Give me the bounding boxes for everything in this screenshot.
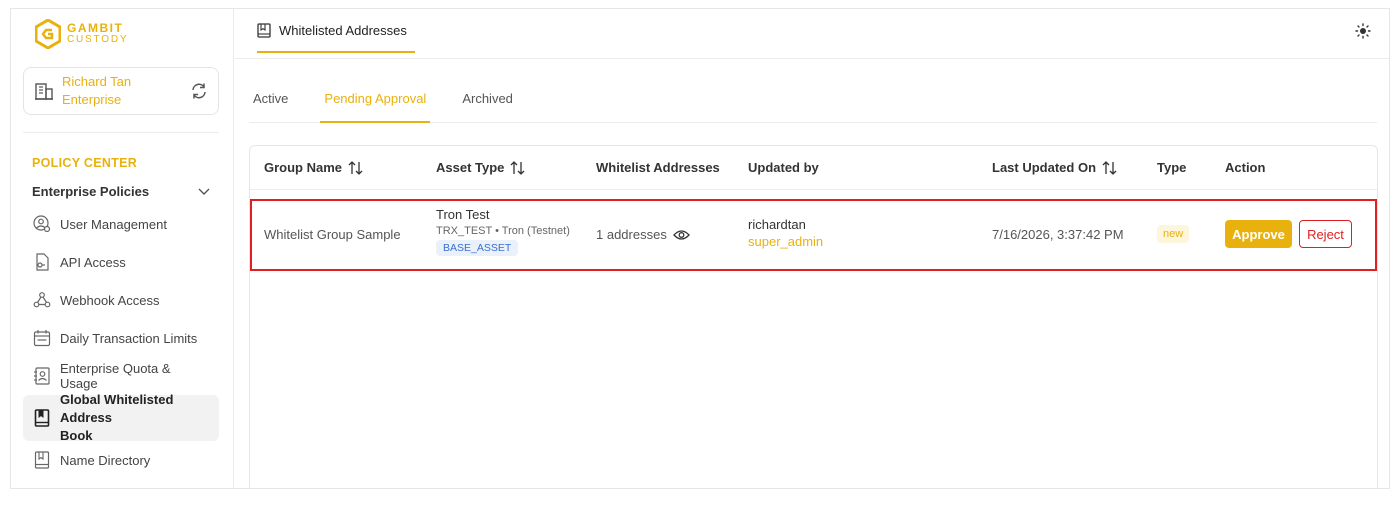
reject-button[interactable]: Reject: [1299, 220, 1352, 248]
sidebar-item-global-whitelisted-address-book[interactable]: Global Whitelisted Address Book: [23, 392, 219, 443]
enterprise-name-line1: Richard Tan: [62, 74, 132, 89]
column-header-type: Type: [1157, 160, 1186, 175]
top-bar: Whitelisted Addresses: [235, 9, 1389, 59]
enterprise-name-line2: Enterprise: [62, 92, 122, 107]
enterprise-switcher[interactable]: Richard Tan Enterprise: [23, 67, 219, 115]
user-gear-icon: [33, 215, 51, 233]
sidebar-item-label-line2: Book: [60, 428, 93, 443]
sidebar-item-webhook-access[interactable]: Webhook Access: [23, 281, 219, 319]
address-count: 1 addresses: [596, 227, 667, 242]
column-header-action: Action: [1225, 160, 1265, 175]
sidebar: GAMBIT CUSTODY Richard Tan Enterprise PO…: [11, 9, 234, 488]
sidebar-menu: User Management API Access Webhook Acces…: [23, 205, 219, 479]
file-key-icon: [36, 253, 49, 271]
book-icon: [34, 451, 50, 469]
sidebar-item-name-directory[interactable]: Name Directory: [23, 441, 219, 479]
sidebar-item-label: User Management: [60, 216, 167, 232]
chevron-down-icon: [198, 188, 210, 195]
column-header-asset-type[interactable]: Asset Type: [436, 160, 526, 175]
app-frame: GAMBIT CUSTODY Richard Tan Enterprise PO…: [10, 8, 1390, 489]
brand-sub: CUSTODY: [67, 34, 129, 45]
header-label: Action: [1225, 160, 1266, 175]
sun-icon: [1355, 23, 1371, 39]
sidebar-item-label: Webhook Access: [60, 292, 160, 308]
header-label: Group Name: [264, 160, 343, 175]
sidebar-item-api-access[interactable]: API Access: [23, 243, 219, 281]
sidebar-item-daily-transaction-limits[interactable]: Daily Transaction Limits: [23, 319, 219, 357]
tab-active[interactable]: Active: [249, 87, 292, 123]
type-cell: new: [1157, 225, 1190, 243]
base-asset-badge: BASE_ASSET: [436, 240, 519, 256]
type-badge: new: [1157, 225, 1190, 243]
sidebar-item-user-management[interactable]: User Management: [23, 205, 219, 243]
gambit-logo-icon: [35, 19, 61, 49]
theme-toggle-button[interactable]: [1355, 23, 1371, 44]
whitelist-table: Group Name Asset Type Whitelist Addresse…: [249, 145, 1378, 488]
group-name-cell: Whitelist Group Sample: [264, 227, 401, 242]
enterprise-policies-group[interactable]: Enterprise Policies: [32, 184, 210, 199]
policy-center-title: POLICY CENTER: [32, 156, 138, 170]
last-updated-cell: 7/16/2026, 3:37:42 PM: [992, 227, 1124, 242]
page-tab-whitelisted-addresses[interactable]: Whitelisted Addresses: [257, 9, 415, 53]
brand-name: GAMBIT: [67, 21, 124, 35]
updated-by-name: richardtan: [748, 217, 806, 232]
sort-icon: [348, 160, 363, 175]
address-book-icon: [34, 409, 50, 427]
sort-icon: [510, 160, 525, 175]
header-label: Asset Type: [436, 160, 505, 175]
sidebar-item-label: API Access: [60, 254, 126, 270]
sidebar-item-label-line1: Global Whitelisted Address: [60, 392, 174, 425]
brand-logo[interactable]: GAMBIT CUSTODY: [35, 19, 128, 49]
address-book-icon: [257, 22, 271, 38]
column-header-last-updated-on[interactable]: Last Updated On: [992, 160, 1118, 175]
tab-archived[interactable]: Archived: [458, 87, 517, 123]
approve-button[interactable]: Approve: [1225, 220, 1292, 248]
main-content: Whitelisted Addresses Active Pending App…: [235, 9, 1389, 488]
table-row: Whitelist Group Sample Tron Test TRX_TES…: [250, 199, 1377, 271]
page-tab-label: Whitelisted Addresses: [279, 22, 407, 38]
building-icon: [35, 83, 53, 100]
header-label: Updated by: [748, 160, 819, 175]
sidebar-item-label: Daily Transaction Limits: [60, 330, 198, 346]
sidebar-item-label: Enterprise Quota & Usage: [60, 361, 171, 391]
table-header: Group Name Asset Type Whitelist Addresse…: [250, 146, 1377, 190]
refresh-icon[interactable]: [190, 82, 208, 100]
tab-pending-approval[interactable]: Pending Approval: [320, 87, 431, 123]
eye-icon[interactable]: [672, 229, 690, 241]
updated-by-role: super_admin: [748, 234, 824, 249]
header-label: Last Updated On: [992, 160, 1097, 175]
asset-type-cell: Tron Test TRX_TEST • Tron (Testnet) BASE…: [436, 207, 570, 256]
sidebar-item-label: Name Directory: [60, 452, 151, 468]
header-label: Whitelist Addresses: [596, 160, 720, 175]
sort-icon: [1102, 160, 1117, 175]
enterprise-policies-label: Enterprise Policies: [32, 184, 150, 199]
asset-network: TRX_TEST • Tron (Testnet): [436, 225, 570, 237]
contact-book-icon: [34, 367, 50, 385]
column-header-group-name[interactable]: Group Name: [264, 160, 364, 175]
calendar-icon: [33, 330, 51, 347]
webhook-icon: [33, 292, 51, 308]
header-label: Type: [1157, 160, 1187, 175]
sidebar-divider: [23, 132, 219, 133]
column-header-updated-by: Updated by: [748, 160, 819, 175]
updated-by-cell: richardtan super_admin: [748, 217, 823, 249]
column-header-whitelist-addresses: Whitelist Addresses: [596, 160, 720, 175]
whitelist-addresses-cell[interactable]: 1 addresses: [596, 227, 690, 242]
sidebar-item-enterprise-quota-usage[interactable]: Enterprise Quota & Usage: [23, 357, 219, 395]
status-tabs: Active Pending Approval Archived: [249, 87, 1377, 123]
asset-name: Tron Test: [436, 207, 490, 222]
